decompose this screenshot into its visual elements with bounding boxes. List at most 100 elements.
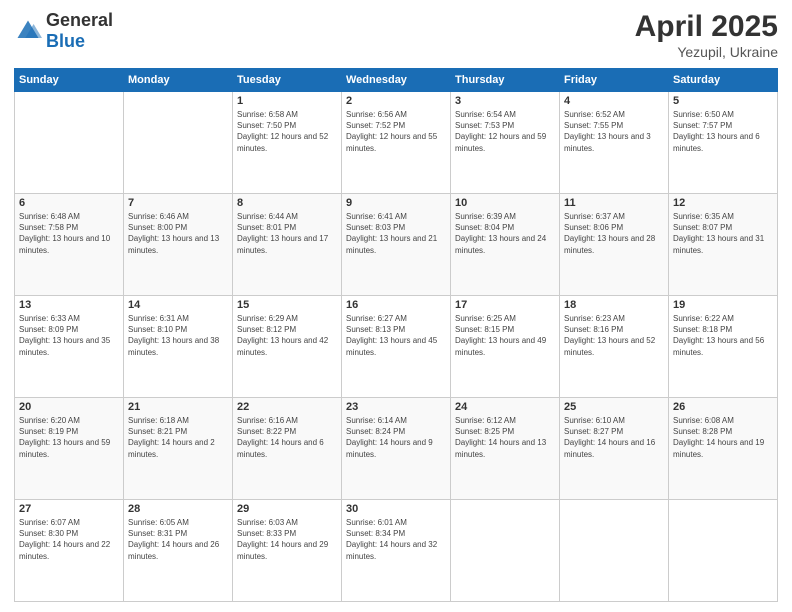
calendar-cell: 16 Sunrise: 6:27 AM Sunset: 8:13 PM Dayli…: [342, 296, 451, 398]
calendar-week-5: 27 Sunrise: 6:07 AM Sunset: 8:30 PM Dayli…: [15, 500, 778, 602]
logo-blue: Blue: [46, 31, 85, 51]
day-number: 17: [455, 299, 555, 311]
logo-general: General: [46, 10, 113, 30]
day-number: 19: [673, 299, 773, 311]
calendar-week-4: 20 Sunrise: 6:20 AM Sunset: 8:19 PM Dayli…: [15, 398, 778, 500]
day-number: 24: [455, 401, 555, 413]
calendar-cell: 4 Sunrise: 6:52 AM Sunset: 7:55 PM Daylig…: [560, 92, 669, 194]
day-info: Sunrise: 6:29 AM Sunset: 8:12 PM Dayligh…: [237, 313, 337, 358]
calendar-cell: 30 Sunrise: 6:01 AM Sunset: 8:34 PM Dayli…: [342, 500, 451, 602]
day-info: Sunrise: 6:25 AM Sunset: 8:15 PM Dayligh…: [455, 313, 555, 358]
calendar-cell: [15, 92, 124, 194]
day-number: 11: [564, 197, 664, 209]
day-number: 6: [19, 197, 119, 209]
calendar-cell: 26 Sunrise: 6:08 AM Sunset: 8:28 PM Dayli…: [669, 398, 778, 500]
day-info: Sunrise: 6:27 AM Sunset: 8:13 PM Dayligh…: [346, 313, 446, 358]
day-info: Sunrise: 6:08 AM Sunset: 8:28 PM Dayligh…: [673, 415, 773, 460]
calendar-cell: 15Sunrise: 6:29 AM Sunset: 8:12 PM Dayli…: [233, 296, 342, 398]
calendar-cell: 11 Sunrise: 6:37 AM Sunset: 8:06 PM Dayli…: [560, 194, 669, 296]
day-info: Sunrise: 6:16 AM Sunset: 8:22 PM Dayligh…: [237, 415, 337, 460]
title-block: April 2025 Yezupil, Ukraine: [635, 10, 778, 60]
day-info: Sunrise: 6:33 AM Sunset: 8:09 PM Dayligh…: [19, 313, 119, 358]
day-number: 22: [237, 401, 337, 413]
calendar-cell: 25Sunrise: 6:10 AM Sunset: 8:27 PM Dayli…: [560, 398, 669, 500]
day-info: Sunrise: 6:22 AM Sunset: 8:18 PM Dayligh…: [673, 313, 773, 358]
day-info: Sunrise: 6:05 AM Sunset: 8:31 PM Dayligh…: [128, 517, 228, 562]
day-number: 30: [346, 503, 446, 515]
calendar-cell: 28 Sunrise: 6:05 AM Sunset: 8:31 PM Dayli…: [124, 500, 233, 602]
day-number: 2: [346, 95, 446, 107]
calendar-cell: 14Sunrise: 6:31 AM Sunset: 8:10 PM Dayli…: [124, 296, 233, 398]
calendar-title: April 2025: [635, 10, 778, 44]
day-number: 16: [346, 299, 446, 311]
calendar-location: Yezupil, Ukraine: [635, 44, 778, 60]
day-number: 26: [673, 401, 773, 413]
calendar-cell: 24 Sunrise: 6:12 AM Sunset: 8:25 PM Dayli…: [451, 398, 560, 500]
day-number: 7: [128, 197, 228, 209]
day-info: Sunrise: 6:01 AM Sunset: 8:34 PM Dayligh…: [346, 517, 446, 562]
calendar-cell: 8Sunrise: 6:44 AM Sunset: 8:01 PM Daylig…: [233, 194, 342, 296]
calendar-cell: 5Sunrise: 6:50 AM Sunset: 7:57 PM Daylig…: [669, 92, 778, 194]
calendar-cell: 29 Sunrise: 6:03 AM Sunset: 8:33 PM Dayli…: [233, 500, 342, 602]
day-info: Sunrise: 6:39 AM Sunset: 8:04 PM Dayligh…: [455, 211, 555, 256]
logo-icon: [14, 17, 42, 45]
calendar-table: SundayMondayTuesdayWednesdayThursdayFrid…: [14, 68, 778, 602]
calendar-cell: 12 Sunrise: 6:35 AM Sunset: 8:07 PM Dayli…: [669, 194, 778, 296]
day-number: 13: [19, 299, 119, 311]
day-info: Sunrise: 6:07 AM Sunset: 8:30 PM Dayligh…: [19, 517, 119, 562]
weekday-header-row: SundayMondayTuesdayWednesdayThursdayFrid…: [15, 69, 778, 92]
day-info: Sunrise: 6:31 AM Sunset: 8:10 PM Dayligh…: [128, 313, 228, 358]
day-info: Sunrise: 6:50 AM Sunset: 7:57 PM Dayligh…: [673, 109, 773, 154]
calendar-cell: 1Sunrise: 6:58 AM Sunset: 7:50 PM Daylig…: [233, 92, 342, 194]
calendar-cell: 21 Sunrise: 6:18 AM Sunset: 8:21 PM Dayli…: [124, 398, 233, 500]
weekday-saturday: Saturday: [669, 69, 778, 92]
calendar-week-1: 1Sunrise: 6:58 AM Sunset: 7:50 PM Daylig…: [15, 92, 778, 194]
weekday-friday: Friday: [560, 69, 669, 92]
day-info: Sunrise: 6:56 AM Sunset: 7:52 PM Dayligh…: [346, 109, 446, 154]
calendar-cell: 18Sunrise: 6:23 AM Sunset: 8:16 PM Dayli…: [560, 296, 669, 398]
day-info: Sunrise: 6:03 AM Sunset: 8:33 PM Dayligh…: [237, 517, 337, 562]
weekday-sunday: Sunday: [15, 69, 124, 92]
calendar-cell: 13 Sunrise: 6:33 AM Sunset: 8:09 PM Dayli…: [15, 296, 124, 398]
day-info: Sunrise: 6:12 AM Sunset: 8:25 PM Dayligh…: [455, 415, 555, 460]
calendar-cell: 3 Sunrise: 6:54 AM Sunset: 7:53 PM Daylig…: [451, 92, 560, 194]
day-number: 1: [237, 95, 337, 107]
day-number: 8: [237, 197, 337, 209]
calendar-cell: [669, 500, 778, 602]
calendar-cell: 27 Sunrise: 6:07 AM Sunset: 8:30 PM Dayli…: [15, 500, 124, 602]
weekday-monday: Monday: [124, 69, 233, 92]
day-info: Sunrise: 6:48 AM Sunset: 7:58 PM Dayligh…: [19, 211, 119, 256]
day-info: Sunrise: 6:37 AM Sunset: 8:06 PM Dayligh…: [564, 211, 664, 256]
day-number: 12: [673, 197, 773, 209]
weekday-tuesday: Tuesday: [233, 69, 342, 92]
day-number: 29: [237, 503, 337, 515]
day-info: Sunrise: 6:23 AM Sunset: 8:16 PM Dayligh…: [564, 313, 664, 358]
day-info: Sunrise: 6:20 AM Sunset: 8:19 PM Dayligh…: [19, 415, 119, 460]
day-info: Sunrise: 6:35 AM Sunset: 8:07 PM Dayligh…: [673, 211, 773, 256]
weekday-wednesday: Wednesday: [342, 69, 451, 92]
day-info: Sunrise: 6:54 AM Sunset: 7:53 PM Dayligh…: [455, 109, 555, 154]
day-info: Sunrise: 6:18 AM Sunset: 8:21 PM Dayligh…: [128, 415, 228, 460]
day-number: 3: [455, 95, 555, 107]
calendar-cell: 2 Sunrise: 6:56 AM Sunset: 7:52 PM Daylig…: [342, 92, 451, 194]
calendar-cell: 7 Sunrise: 6:46 AM Sunset: 8:00 PM Daylig…: [124, 194, 233, 296]
day-number: 10: [455, 197, 555, 209]
calendar-cell: [124, 92, 233, 194]
day-info: Sunrise: 6:10 AM Sunset: 8:27 PM Dayligh…: [564, 415, 664, 460]
day-info: Sunrise: 6:52 AM Sunset: 7:55 PM Dayligh…: [564, 109, 664, 154]
day-number: 20: [19, 401, 119, 413]
calendar-cell: [451, 500, 560, 602]
day-info: Sunrise: 6:14 AM Sunset: 8:24 PM Dayligh…: [346, 415, 446, 460]
day-number: 9: [346, 197, 446, 209]
day-number: 28: [128, 503, 228, 515]
calendar-cell: 17 Sunrise: 6:25 AM Sunset: 8:15 PM Dayli…: [451, 296, 560, 398]
day-number: 21: [128, 401, 228, 413]
calendar-week-2: 6 Sunrise: 6:48 AM Sunset: 7:58 PM Daylig…: [15, 194, 778, 296]
calendar-cell: 20 Sunrise: 6:20 AM Sunset: 8:19 PM Dayli…: [15, 398, 124, 500]
day-info: Sunrise: 6:46 AM Sunset: 8:00 PM Dayligh…: [128, 211, 228, 256]
calendar-cell: 9 Sunrise: 6:41 AM Sunset: 8:03 PM Daylig…: [342, 194, 451, 296]
day-number: 4: [564, 95, 664, 107]
calendar-cell: 23Sunrise: 6:14 AM Sunset: 8:24 PM Dayli…: [342, 398, 451, 500]
day-info: Sunrise: 6:41 AM Sunset: 8:03 PM Dayligh…: [346, 211, 446, 256]
day-number: 27: [19, 503, 119, 515]
